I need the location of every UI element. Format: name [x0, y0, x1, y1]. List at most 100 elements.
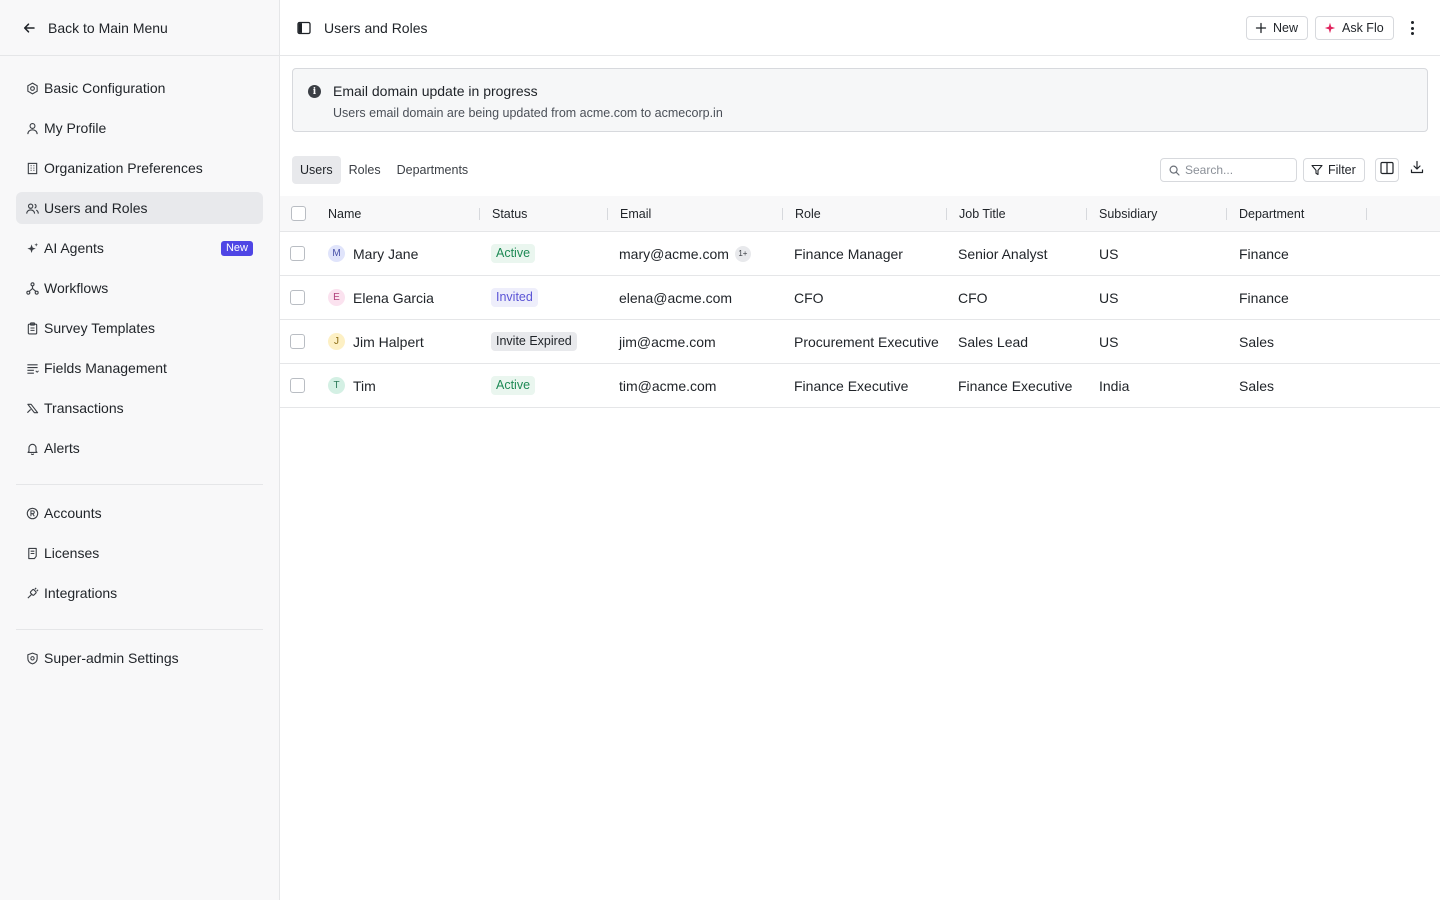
- column-divider[interactable]: [1226, 208, 1227, 220]
- column-divider[interactable]: [782, 208, 783, 220]
- sidebar-item-alerts[interactable]: Alerts: [16, 432, 263, 464]
- sidebar-item-workflows[interactable]: Workflows: [16, 272, 263, 304]
- status-badge: Invite Expired: [491, 332, 577, 351]
- back-to-main-menu-link[interactable]: Back to Main Menu: [0, 0, 279, 56]
- tab-departments[interactable]: Departments: [389, 156, 477, 184]
- column-header-role[interactable]: Role: [795, 196, 821, 231]
- gear-icon: [25, 81, 39, 95]
- column-divider[interactable]: [1366, 208, 1367, 220]
- ask-flo-button[interactable]: Ask Flo: [1315, 16, 1394, 40]
- column-divider[interactable]: [1086, 208, 1087, 220]
- status-badge: Active: [491, 376, 536, 395]
- user-job-title: Senior Analyst: [958, 245, 1048, 262]
- row-checkbox[interactable]: [290, 378, 305, 393]
- download-button[interactable]: [1409, 160, 1425, 177]
- more-options-icon[interactable]: [1406, 18, 1418, 38]
- user-name: Elena Garcia: [353, 289, 434, 306]
- table-row[interactable]: T Tim Active tim@acme.com Finance Execut…: [280, 364, 1440, 408]
- avatar: T: [328, 377, 345, 394]
- extra-emails-badge[interactable]: 1+: [734, 245, 751, 262]
- user-subsidiary: US: [1099, 245, 1119, 262]
- top-bar: Users and Roles New Ask Flo: [280, 0, 1440, 56]
- ask-flo-label: Ask Flo: [1342, 21, 1384, 35]
- user-email: jim@acme.com: [619, 333, 716, 350]
- status-badge: Invited: [491, 288, 538, 307]
- new-button[interactable]: New: [1246, 16, 1309, 40]
- sidebar-item-label: AI Agents: [44, 240, 104, 256]
- user-email: tim@acme.com: [619, 377, 717, 394]
- sidebar-item-label: Integrations: [44, 585, 118, 601]
- user-department: Finance: [1239, 289, 1289, 306]
- nav-divider: [16, 484, 263, 485]
- user-name: Jim Halpert: [353, 333, 424, 350]
- avatar: E: [328, 289, 345, 306]
- columns-icon: [1380, 161, 1394, 180]
- filter-button[interactable]: Filter: [1303, 158, 1365, 182]
- clipboard-icon: [25, 321, 39, 335]
- info-banner: i Email domain update in progress Users …: [292, 68, 1428, 132]
- sidebar-item-organization-preferences[interactable]: Organization Preferences: [16, 152, 263, 184]
- column-header-subsidiary[interactable]: Subsidiary: [1099, 196, 1157, 231]
- nav-group-account: Accounts Licenses Integrations: [16, 497, 263, 625]
- sidebar-item-label: Licenses: [44, 545, 100, 561]
- transactions-icon: [25, 401, 39, 415]
- registered-icon: [25, 506, 39, 520]
- avatar: M: [328, 245, 345, 262]
- row-checkbox[interactable]: [290, 334, 305, 349]
- nav-group-general: Basic Configuration My Profile Organizat…: [16, 72, 263, 480]
- sidebar-item-basic-configuration[interactable]: Basic Configuration: [16, 72, 263, 104]
- user-name: Mary Jane: [353, 245, 419, 262]
- tab-roles[interactable]: Roles: [341, 156, 389, 184]
- building-icon: [25, 161, 39, 175]
- sidebar-item-accounts[interactable]: Accounts: [16, 497, 263, 529]
- sidebar-item-label: Workflows: [44, 280, 109, 296]
- sidebar-item-label: Super-admin Settings: [44, 650, 179, 666]
- tab-users[interactable]: Users: [292, 156, 341, 184]
- sparkle-icon: [25, 241, 39, 255]
- sidebar-item-my-profile[interactable]: My Profile: [16, 112, 263, 144]
- select-all-checkbox[interactable]: [291, 206, 306, 221]
- user-job-title: CFO: [958, 289, 988, 306]
- column-header-name[interactable]: Name: [328, 196, 361, 231]
- column-divider[interactable]: [607, 208, 608, 220]
- column-header-status[interactable]: Status: [492, 196, 527, 231]
- user-department: Sales: [1239, 377, 1275, 394]
- table-header: Name Status Email Role Job Title Subsidi…: [280, 196, 1440, 232]
- info-icon: i: [308, 85, 321, 98]
- sidebar-item-label: Organization Preferences: [44, 160, 203, 176]
- arrow-left-icon: [22, 21, 36, 35]
- sidebar-item-survey-templates[interactable]: Survey Templates: [16, 312, 263, 344]
- sidebar-item-ai-agents[interactable]: AI Agents New: [16, 232, 263, 264]
- sidebar-item-super-admin-settings[interactable]: Super-admin Settings: [16, 642, 263, 674]
- search-input[interactable]: [1185, 163, 1290, 177]
- row-checkbox[interactable]: [290, 290, 305, 305]
- list-icon: [25, 361, 39, 375]
- sidebar-item-fields-management[interactable]: Fields Management: [16, 352, 263, 384]
- column-header-email[interactable]: Email: [620, 196, 651, 231]
- user-job-title: Sales Lead: [958, 333, 1029, 350]
- sidebar-item-licenses[interactable]: Licenses: [16, 537, 263, 569]
- column-divider[interactable]: [479, 208, 480, 220]
- new-badge: New: [220, 241, 253, 256]
- column-header-department[interactable]: Department: [1239, 196, 1304, 231]
- table-row[interactable]: J Jim Halpert Invite Expired jim@acme.co…: [280, 320, 1440, 364]
- table-row[interactable]: E Elena Garcia Invited elena@acme.com CF…: [280, 276, 1440, 320]
- row-checkbox[interactable]: [290, 246, 305, 261]
- user-role: Finance Executive: [794, 377, 909, 394]
- sidebar-item-users-and-roles[interactable]: Users and Roles: [16, 192, 263, 224]
- user-department: Finance: [1239, 245, 1289, 262]
- column-divider[interactable]: [946, 208, 947, 220]
- table-row[interactable]: M Mary Jane Active mary@acme.com 1+ Fina…: [280, 232, 1440, 276]
- sidebar-item-label: Survey Templates: [44, 320, 156, 336]
- user-job-title: Finance Executive: [958, 377, 1073, 394]
- sidebar-toggle-icon[interactable]: [297, 21, 311, 35]
- sidebar-item-label: Basic Configuration: [44, 80, 166, 96]
- column-header-job-title[interactable]: Job Title: [959, 196, 1006, 231]
- user-role: Procurement Executive: [794, 333, 939, 350]
- user-name: Tim: [353, 377, 376, 394]
- search-box[interactable]: [1160, 158, 1297, 182]
- columns-button[interactable]: [1375, 158, 1399, 182]
- sidebar-item-transactions[interactable]: Transactions: [16, 392, 263, 424]
- sidebar-item-integrations[interactable]: Integrations: [16, 577, 263, 609]
- sidebar-item-label: Accounts: [44, 505, 102, 521]
